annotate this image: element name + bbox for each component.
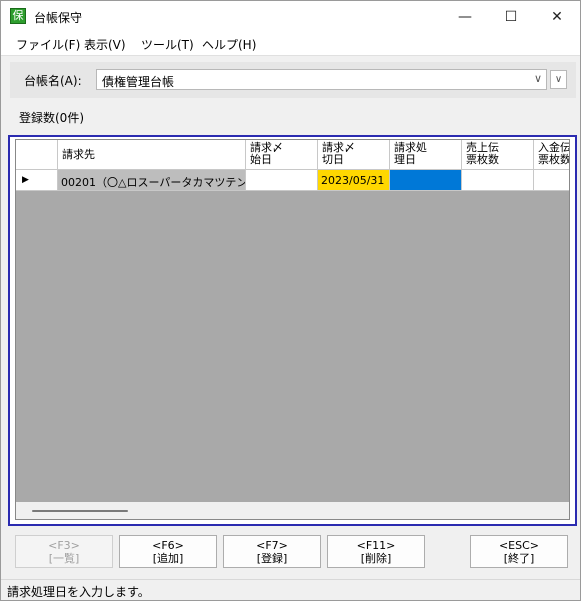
data-grid-frame: 請求先 請求〆 始日 請求〆 切日 請求処 理日 売上伝 票枚数 入金伝 票枚数… [8,135,577,526]
row-pointer-icon: ▶ [16,170,58,191]
app-icon: 保 [10,8,26,24]
col-header-end-date[interactable]: 請求〆 切日 [318,140,390,170]
maximize-icon[interactable]: ☐ [488,1,534,32]
ledger-filter-panel: 台帳名(A): 債権管理台帳 ∨ ∨ [10,62,576,98]
window-title: 台帳保守 [34,11,83,25]
list-button[interactable]: <F3> [一覧] [15,535,113,568]
cell-client[interactable]: 00201（〇△ロスーパータカマツテン） [58,170,246,191]
cell-process-date[interactable] [390,170,462,191]
ledger-name-select[interactable]: 債権管理台帳 ∨ [96,69,547,90]
register-button-key: <F7> [256,539,288,552]
ledger-name-value: 債権管理台帳 [102,75,175,89]
menu-tools[interactable]: ツール(T) [141,36,194,53]
register-button-label: [登録] [256,552,288,565]
dropdown-button[interactable]: ∨ [550,70,567,89]
delete-button[interactable]: <F11> [削除] [327,535,425,568]
status-message: 請求処理日を入力します。 [7,585,150,599]
add-button-label: [追加] [152,552,184,565]
list-button-label: [一覧] [48,552,80,565]
ledger-name-label: 台帳名(A): [24,74,82,88]
add-button-key: <F6> [152,539,184,552]
data-grid[interactable]: 請求先 請求〆 始日 請求〆 切日 請求処 理日 売上伝 票枚数 入金伝 票枚数… [15,139,570,520]
exit-button[interactable]: <ESC> [終了] [470,535,568,568]
cell-start-date[interactable] [246,170,318,191]
app-window: 保 台帳保守 — ☐ ✕ ファイル(F) 表示(V) ツール(T) ヘルプ(H)… [0,0,581,601]
record-count-label: 登録数(0件) [19,111,84,125]
menu-help[interactable]: ヘルプ(H) [202,36,256,53]
col-header-process-date[interactable]: 請求処 理日 [390,140,462,170]
col-header-start-date[interactable]: 請求〆 始日 [246,140,318,170]
title-bar: 保 台帳保守 — ☐ ✕ [1,1,580,32]
add-button[interactable]: <F6> [追加] [119,535,217,568]
cell-sales-slips[interactable] [462,170,534,191]
close-icon[interactable]: ✕ [534,1,580,32]
col-header-client[interactable]: 請求先 [58,140,246,170]
menu-view[interactable]: 表示(V) [84,36,126,53]
exit-button-label: [終了] [503,552,535,565]
menu-bar: ファイル(F) 表示(V) ツール(T) ヘルプ(H) [1,32,580,56]
col-header-payment-slips[interactable]: 入金伝 票枚数 [534,140,569,170]
horizontal-scrollbar[interactable] [16,502,569,519]
minimize-icon[interactable]: — [442,1,488,32]
chevron-down-icon[interactable]: ∨ [534,72,542,85]
register-button[interactable]: <F7> [登録] [223,535,321,568]
list-button-key: <F3> [48,539,80,552]
cell-payment-slips[interactable] [534,170,569,191]
row-header-corner [16,140,58,170]
delete-button-label: [削除] [360,552,392,565]
exit-button-key: <ESC> [498,539,540,552]
status-bar: 請求処理日を入力します。 [1,579,580,600]
col-header-sales-slips[interactable]: 売上伝 票枚数 [462,140,534,170]
scrollbar-thumb[interactable] [32,510,128,512]
cell-end-date[interactable]: 2023/05/31 [318,170,390,191]
delete-button-key: <F11> [356,539,396,552]
menu-file[interactable]: ファイル(F) [16,36,80,53]
